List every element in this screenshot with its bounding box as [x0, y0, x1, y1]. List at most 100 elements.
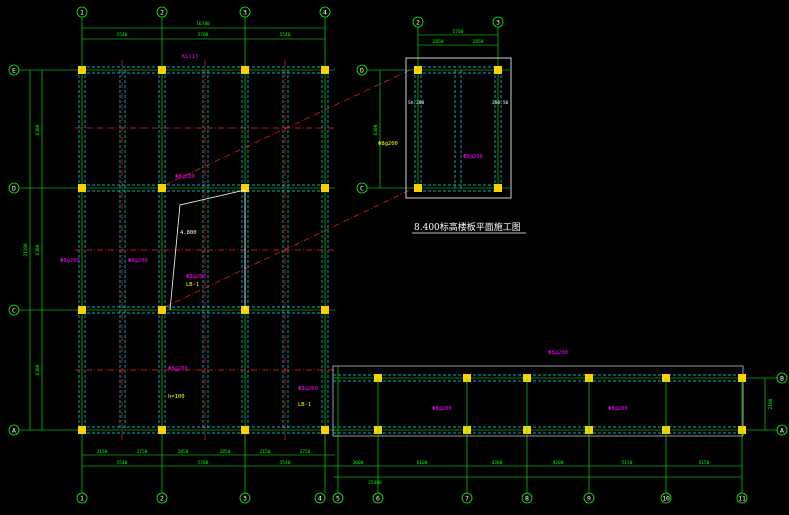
axis-label: 5: [336, 495, 340, 503]
dim-top-2: 5700: [198, 32, 209, 38]
axis-label: 1: [80, 9, 84, 17]
axis-label: A: [12, 427, 16, 435]
detail-side-mark-left: Sh.200: [408, 100, 425, 106]
lower-dim-1: 3000: [353, 460, 364, 466]
axis-bubble-top-4: 4: [319, 6, 331, 18]
axis-bubble-bottom-3: 3: [239, 492, 251, 504]
axis-label: B: [780, 375, 784, 383]
annotation-label: Φ8@200: [175, 174, 195, 180]
main-plan: 1 2 3 4 16780 5540 5700 5540 E D C A 211…: [8, 6, 411, 504]
axis-bubble-lower-7: 7: [461, 492, 473, 504]
axis-bubble-bottom-4: 4: [314, 492, 326, 504]
lower-dim-2: 6100: [417, 460, 428, 466]
axis-bubble-left-A: A: [8, 424, 20, 436]
annotation-label: Φ8@200: [432, 406, 452, 412]
dim-left-total: 21100: [23, 243, 29, 257]
axis-bubble-lower-5: 5: [332, 492, 344, 504]
annotation-label: Φ8@200: [168, 366, 188, 372]
dim-bottom-8: 5700: [198, 460, 209, 466]
axis-label: 3: [243, 495, 247, 503]
lower-dim-5: 5150: [622, 460, 633, 466]
axis-bubble-top-1: 1: [76, 6, 88, 18]
dim-top-1: 5540: [117, 32, 128, 38]
axis-label: D: [12, 185, 16, 193]
columns-main: [78, 66, 329, 434]
axis-bubble-left-D: D: [8, 182, 20, 194]
annotation-label: h=100: [168, 394, 185, 400]
axis-label: A: [780, 427, 784, 435]
annotation-label: Φ8@200: [378, 141, 398, 147]
axis-bubble-left-E: E: [8, 64, 20, 76]
axis-label: 2: [160, 495, 164, 503]
detail-dim-left: 6300: [373, 124, 379, 135]
annotation-label: Φ8@200: [128, 258, 148, 264]
axis-label: 10: [662, 495, 670, 503]
axis-label: 9: [587, 495, 591, 503]
axis-bubble-lower-10: 10: [660, 492, 672, 504]
annotation-label: LB-1: [298, 402, 311, 408]
lower-plan: 3000 6100 4300 4200 5150 5150 25400 2100…: [332, 350, 788, 504]
annotation-label: Φ8@200: [186, 274, 206, 280]
axis-label: C: [12, 307, 16, 315]
detail-side-mark-right: 200.50: [492, 100, 509, 106]
lower-dim-total: 25400: [368, 480, 382, 486]
dim-top-3: 5540: [280, 32, 291, 38]
dim-bottom-7: 5540: [117, 460, 128, 466]
annotation-label: Φ8@200: [60, 258, 80, 264]
dim-top-total: 16780: [196, 21, 210, 27]
dim-bottom-1: 2150: [97, 449, 108, 455]
axis-label: 1: [80, 495, 84, 503]
axis-label: E: [12, 67, 16, 75]
axis-bubble-lower-11: 11: [736, 492, 748, 504]
dim-bottom-2: 2750: [137, 449, 148, 455]
axis-label: 4: [323, 9, 327, 17]
axis-label: 11: [738, 495, 746, 503]
axis-label: 7: [465, 495, 469, 503]
axis-bubble-bottom-1: 1: [76, 492, 88, 504]
dim-left-2: 6300: [35, 244, 41, 255]
axis-label: 6: [376, 495, 380, 503]
detail-plan: 2 3 5700 2850 2850 6300 D C Sh.200 200.5…: [356, 16, 526, 234]
axis-label: 8: [525, 495, 529, 503]
axis-bubble-lower-9: 9: [583, 492, 595, 504]
dim-left-3: 6300: [35, 364, 41, 375]
lower-dim-6: 5150: [699, 460, 710, 466]
span-label: 4.800: [180, 230, 197, 236]
axis-bubble-detail-D: D: [356, 64, 368, 76]
dim-bottom-5: 2150: [260, 449, 271, 455]
axis-label: D: [360, 67, 364, 75]
lower-dim-4: 4200: [553, 460, 564, 466]
annotation-label: Φ8@200: [298, 386, 318, 392]
axis-label: 2: [416, 19, 420, 27]
axis-bubble-detail-C: C: [356, 182, 368, 194]
axis-label: 3: [496, 19, 500, 27]
lower-frame: [332, 365, 744, 437]
axis-bubble-lower-6: 6: [372, 492, 384, 504]
dim-bottom-6: 2750: [300, 449, 311, 455]
axis-label: 3: [243, 9, 247, 17]
axis-bubble-lower-8: 8: [521, 492, 533, 504]
structural-plan-svg: 1 2 3 4 16780 5540 5700 5540 E D C A 211…: [8, 6, 788, 504]
axis-bubble-bottom-2: 2: [156, 492, 168, 504]
detail-dim-1: 2850: [433, 39, 444, 45]
annotation-label: Φ8@200: [463, 154, 483, 160]
axis-bubble-lower-A: A: [776, 424, 788, 436]
axis-bubble-top-2: 2: [156, 6, 168, 18]
dim-bottom-9: 5540: [280, 460, 291, 466]
dim-left-1: 6300: [35, 124, 41, 135]
axis-bubble-lower-B: B: [776, 372, 788, 384]
detail-dim-total: 5700: [453, 29, 464, 35]
axis-bubble-top-3: 3: [239, 6, 251, 18]
lower-dim-right: 2100: [768, 398, 774, 409]
annotation-label: Φ8@200: [548, 350, 568, 356]
detail-dim-2: 2850: [473, 39, 484, 45]
cad-drawing-canvas[interactable]: { "drawing": { "title": "8.400标高楼板平面施工图"…: [0, 0, 789, 515]
axis-bubble-detail-2: 2: [412, 16, 424, 28]
annotation-label: LB-1: [186, 282, 199, 288]
dim-bottom-4: 2850: [220, 449, 231, 455]
lower-dim-3: 4300: [492, 460, 503, 466]
dim-bottom-3: 2850: [178, 449, 189, 455]
axis-label: 2: [160, 9, 164, 17]
annotations-main: KL(1) Φ8@200 Φ8@200 Φ8@200 Φ8@200 LB-1 Φ…: [60, 54, 318, 408]
axis-label: C: [360, 185, 364, 193]
